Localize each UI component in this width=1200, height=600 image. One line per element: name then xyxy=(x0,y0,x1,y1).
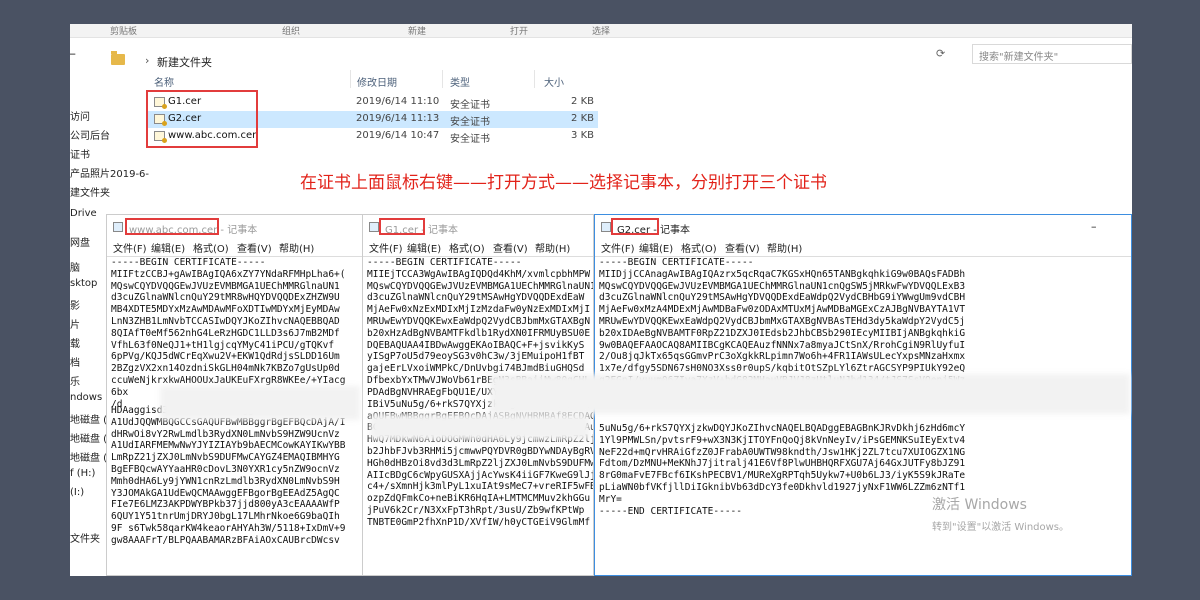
nav-item[interactable]: 建文件夹 xyxy=(70,184,110,199)
ribbon-group-open: 打开 xyxy=(510,27,529,37)
certificate-text-bottom: HDAaggisd3cuDukc0uQmz9tggizdZnwd559iJ A1… xyxy=(111,405,346,546)
menu-help[interactable]: 帮助(H) xyxy=(279,240,314,255)
instruction-annotation: 在证书上面鼠标右键——打开方式——选择记事本，分别打开三个证书 xyxy=(300,173,827,193)
file-date: 2019/6/14 10:47 xyxy=(356,130,440,141)
file-size: 2 KB xyxy=(571,113,594,124)
nav-item[interactable]: 网盘 xyxy=(70,234,90,249)
menu-edit[interactable]: 编辑(E) xyxy=(639,240,673,255)
notepad-icon xyxy=(369,222,379,232)
activation-subtitle: 转到"设置"以激活 Windows。 xyxy=(932,522,1070,533)
nav-item[interactable]: 访问 xyxy=(70,108,90,123)
highlight-box-title xyxy=(611,218,659,235)
title-app: 记事本 xyxy=(660,225,691,236)
file-date: 2019/6/14 11:10 xyxy=(356,96,440,107)
nav-item[interactable]: 片 xyxy=(70,316,80,331)
file-type: 安全证书 xyxy=(450,117,490,128)
menu-help[interactable]: 帮助(H) xyxy=(767,240,802,255)
activation-watermark: 激活 Windows 转到"设置"以激活 Windows。 xyxy=(932,494,1069,533)
nav-item[interactable]: (I:) xyxy=(70,487,84,498)
ribbon-group-select: 选择 xyxy=(592,27,611,37)
nav-item[interactable]: f (H:) xyxy=(70,468,95,479)
column-divider[interactable] xyxy=(534,70,535,88)
breadcrumb-current-folder[interactable]: 新建文件夹 xyxy=(157,54,212,70)
column-header-modified[interactable]: 修改日期 xyxy=(357,74,397,89)
nav-item[interactable]: 载 xyxy=(70,335,80,350)
ribbon-group-organize: 组织 xyxy=(282,27,301,37)
highlight-box-title xyxy=(379,218,425,235)
nav-item[interactable]: 产品照片2019-6- xyxy=(70,165,149,180)
certificate-text-bottom: 5uNu5g/6+rkS7QYXjzkwDQYJKoZIhvcNAQELBQAD… xyxy=(599,423,966,517)
file-type: 安全证书 xyxy=(450,100,490,111)
menu-file[interactable]: 文件(F) xyxy=(601,240,635,255)
privacy-blur xyxy=(160,386,360,420)
ribbon-group-clipboard: 剪贴板 xyxy=(110,27,138,37)
notepad-icon xyxy=(601,222,611,232)
certificate-text-top: -----BEGIN CERTIFICATE----- MIIDjjCCAnag… xyxy=(599,257,966,386)
privacy-blur xyxy=(370,414,590,440)
title-app: 记事本 xyxy=(428,225,459,236)
menu-file[interactable]: 文件(F) xyxy=(113,240,147,255)
menu-bar: 文件(F) 编辑(E) 格式(O) 查看(V) 帮助(H) xyxy=(595,237,1131,255)
privacy-blur xyxy=(490,374,1130,414)
file-size: 2 KB xyxy=(571,96,594,107)
nav-item[interactable]: 档 xyxy=(70,354,80,369)
menu-format[interactable]: 格式(O) xyxy=(193,240,229,255)
menu-bar: 文件(F) 编辑(E) 格式(O) 查看(V) 帮助(H) xyxy=(107,237,363,255)
highlight-box-title xyxy=(125,218,219,235)
ribbon-group-new: 新建 xyxy=(408,27,427,37)
certificate-text-top: -----BEGIN CERTIFICATE----- MIIEjTCCA3Wg… xyxy=(367,257,594,386)
activation-title: 激活 Windows xyxy=(932,497,1027,513)
nav-item[interactable]: sktop xyxy=(70,278,97,289)
nav-item[interactable]: 公司后台 xyxy=(70,127,110,142)
search-input[interactable]: 搜索"新建文件夹" xyxy=(972,44,1132,64)
menu-bar: 文件(F) 编辑(E) 格式(O) 查看(V) 帮助(H) xyxy=(363,237,593,255)
menu-format[interactable]: 格式(O) xyxy=(681,240,717,255)
chevron-right-icon[interactable]: › xyxy=(145,54,149,67)
file-type: 安全证书 xyxy=(450,134,490,145)
notepad-icon xyxy=(113,222,123,232)
menu-view[interactable]: 查看(V) xyxy=(237,240,272,255)
file-date: 2019/6/14 11:13 xyxy=(356,113,440,124)
menu-help[interactable]: 帮助(H) xyxy=(535,240,570,255)
menu-view[interactable]: 查看(V) xyxy=(725,240,760,255)
file-size: 3 KB xyxy=(571,130,594,141)
column-header-name[interactable]: 名称 xyxy=(154,74,174,89)
search-placeholder: 搜索"新建文件夹" xyxy=(979,52,1059,63)
refresh-icon[interactable]: ⟳ xyxy=(936,47,945,60)
nav-item[interactable]: Drive xyxy=(70,208,97,219)
nav-item[interactable]: 乐 xyxy=(70,373,80,388)
back-icon[interactable]: ← xyxy=(70,47,76,61)
nav-item[interactable]: 文件夹 xyxy=(70,530,100,545)
nav-item[interactable]: 影 xyxy=(70,297,80,312)
menu-edit[interactable]: 编辑(E) xyxy=(151,240,185,255)
ribbon: 剪贴板 组织 新建 打开 选择 xyxy=(70,24,1132,38)
column-divider[interactable] xyxy=(350,70,351,88)
column-header-type[interactable]: 类型 xyxy=(450,74,470,89)
nav-item[interactable]: 证书 xyxy=(70,146,90,161)
highlight-box-files xyxy=(146,90,258,148)
menu-view[interactable]: 查看(V) xyxy=(493,240,528,255)
address-bar[interactable]: › 新建文件夹 xyxy=(96,44,776,69)
column-header-size[interactable]: 大小 xyxy=(544,74,564,89)
column-divider[interactable] xyxy=(442,70,443,88)
title-app: 记事本 xyxy=(227,225,258,236)
nav-item[interactable]: 脑 xyxy=(70,259,80,274)
menu-edit[interactable]: 编辑(E) xyxy=(407,240,441,255)
address-bar-row: ← › 新建文件夹 ⟳ 搜索"新建文件夹" xyxy=(70,38,1132,69)
minimize-icon[interactable]: – xyxy=(1091,220,1097,233)
notepad-titlebar[interactable]: G2.cer - 记事本 – xyxy=(595,215,1131,237)
menu-file[interactable]: 文件(F) xyxy=(369,240,403,255)
folder-icon xyxy=(111,51,125,65)
explorer-screenshot: 剪贴板 组织 新建 打开 选择 ← › 新建文件夹 ⟳ 搜索"新建文件夹" 访问… xyxy=(70,24,1132,576)
menu-format[interactable]: 格式(O) xyxy=(449,240,485,255)
